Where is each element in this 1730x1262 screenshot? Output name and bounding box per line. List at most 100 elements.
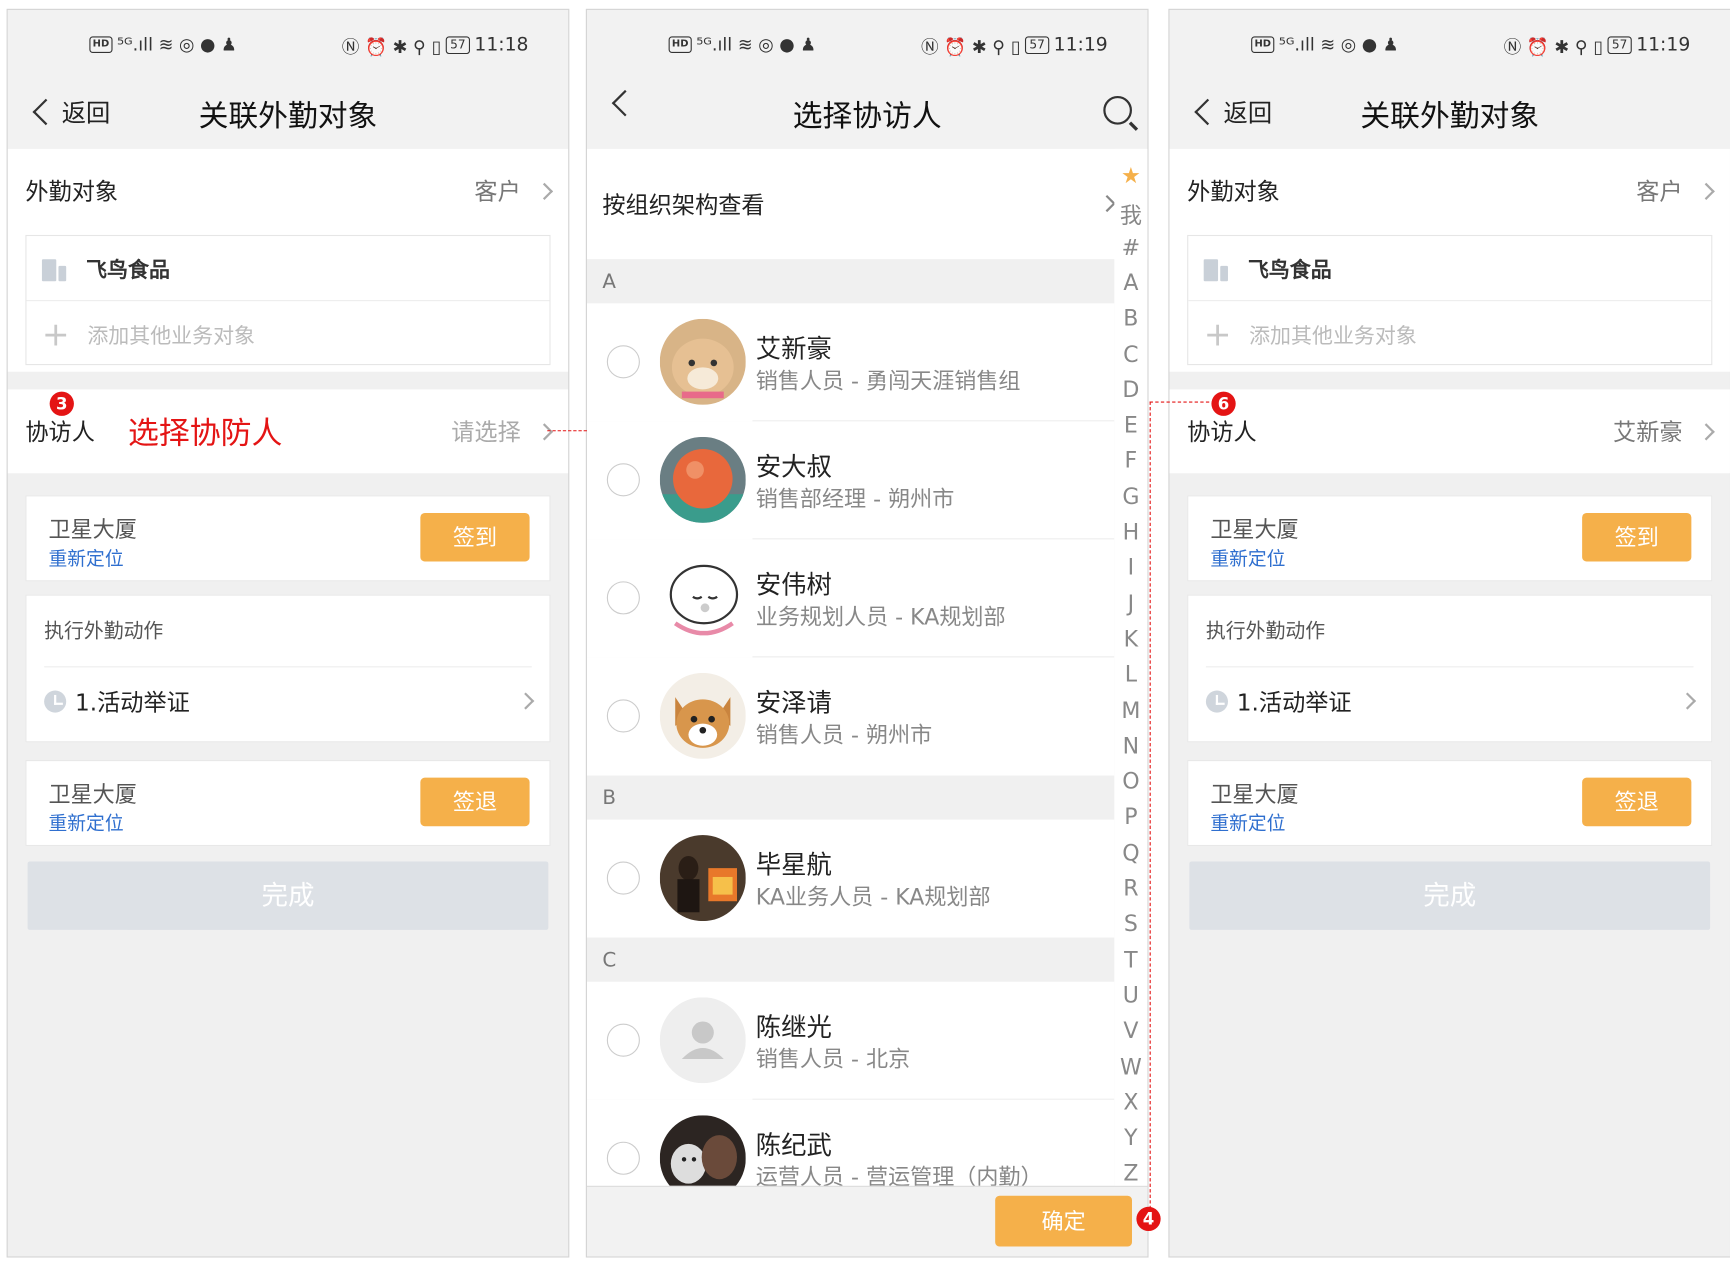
radio-button[interactable] xyxy=(606,581,640,615)
visitor-card: 协访人 选择协防人 请选择 3 xyxy=(7,389,569,474)
index-letter[interactable]: L xyxy=(1114,661,1147,687)
index-letter[interactable]: T xyxy=(1114,946,1147,972)
contact-name: 安泽请 xyxy=(755,689,832,719)
done-button[interactable]: 完成 xyxy=(27,861,549,930)
confirm-button[interactable]: 确定 xyxy=(995,1195,1132,1247)
visitor-row[interactable]: 协访人 艾新豪 xyxy=(1187,409,1715,453)
alphabet-index[interactable]: ★ 我 # A B C D E F G H I J K L M N O P Q R S T U V W X Y Z xyxy=(1114,148,1148,1195)
checkin-button[interactable]: 签到 xyxy=(1582,512,1692,562)
clock-time: 11:19 xyxy=(1053,34,1108,57)
contact-desc: 销售人员 - 勇闯天涯销售组 xyxy=(755,367,1021,394)
signal-wifi-icons: ⁵ᴳ.ıll ≋ ◎ ● ♟ xyxy=(696,34,817,56)
index-letter[interactable]: M xyxy=(1114,697,1147,723)
search-icon[interactable] xyxy=(1103,95,1132,125)
index-letter[interactable]: P xyxy=(1114,803,1147,829)
index-letter[interactable]: G xyxy=(1114,483,1147,509)
step-badge-4: 4 xyxy=(1136,1206,1161,1232)
index-letter[interactable]: Y xyxy=(1114,1124,1147,1150)
index-letter[interactable]: V xyxy=(1114,1017,1147,1043)
battery-icon: 57 xyxy=(1024,36,1050,55)
checkin-button[interactable]: 签到 xyxy=(420,512,530,562)
checkin-location: 卫星大厦 xyxy=(1210,516,1299,543)
target-value: 客户 xyxy=(474,174,554,207)
target-card: 外勤对象 客户 飞鸟食品 + 添加其他业务对象 xyxy=(1169,148,1730,372)
index-letter[interactable]: ★ xyxy=(1114,162,1147,188)
status-bar: HD ⁵ᴳ.ıll ≋ ◎ ● ♟ Ⓝ ⏰ ✱ ⚲ ▯ 57 11:19 xyxy=(1169,9,1730,79)
index-letter[interactable]: # xyxy=(1114,233,1147,259)
contact-item[interactable]: 安伟树 业务规划人员 - KA规划部 xyxy=(586,539,1115,658)
checkout-button[interactable]: 签退 xyxy=(1582,777,1692,827)
contact-name: 安伟树 xyxy=(755,571,832,601)
chevron-right-icon xyxy=(535,182,554,200)
company-name: 飞鸟食品 xyxy=(1247,258,1332,283)
index-letter[interactable]: Z xyxy=(1114,1160,1147,1186)
action-item[interactable]: 1.活动举证 xyxy=(44,666,535,734)
index-letter[interactable]: N xyxy=(1114,732,1147,758)
action-item-label: 1.活动举证 xyxy=(75,688,190,716)
target-label: 外勤对象 xyxy=(25,178,119,206)
actions-card: 执行外勤动作 1.活动举证 xyxy=(1187,594,1713,743)
section-header-b: B xyxy=(586,775,1115,822)
index-letter[interactable]: K xyxy=(1114,625,1147,651)
index-letter[interactable]: S xyxy=(1114,910,1147,936)
index-letter[interactable]: R xyxy=(1114,875,1147,901)
index-letter[interactable]: Q xyxy=(1114,839,1147,865)
index-letter[interactable]: J xyxy=(1114,590,1147,616)
visitor-value: 艾新豪 xyxy=(1613,415,1715,448)
radio-button[interactable] xyxy=(606,1023,640,1057)
index-letter[interactable]: A xyxy=(1114,269,1147,295)
checkin-relocate-link[interactable]: 重新定位 xyxy=(49,543,124,570)
contact-item[interactable]: 陈继光 销售人员 - 北京 xyxy=(586,981,1115,1100)
add-object-button[interactable]: + 添加其他业务对象 xyxy=(1204,318,1417,351)
contact-item[interactable]: 安大叔 销售部经理 - 朔州市 xyxy=(586,421,1115,540)
company-item[interactable]: 飞鸟食品 xyxy=(1203,254,1332,284)
visitor-row[interactable]: 协访人 选择协防人 请选择 xyxy=(25,409,554,453)
visitor-label: 协访人 xyxy=(1187,419,1257,446)
contact-name: 艾新豪 xyxy=(755,335,832,365)
index-letter[interactable]: B xyxy=(1114,305,1147,331)
index-letter[interactable]: I xyxy=(1114,554,1147,580)
checkout-button[interactable]: 签退 xyxy=(420,777,530,827)
index-letter[interactable]: U xyxy=(1114,982,1147,1008)
chevron-right-icon xyxy=(1098,194,1116,213)
contact-desc: 业务规划人员 - KA规划部 xyxy=(755,603,1006,630)
checkin-relocate-link[interactable]: 重新定位 xyxy=(1210,543,1285,570)
target-card: 外勤对象 客户 飞鸟食品 + 添加其他业务对象 xyxy=(7,148,569,372)
annotation-arrow-to-select xyxy=(547,430,587,432)
clock-icon xyxy=(1205,689,1228,713)
index-letter[interactable]: 我 xyxy=(1114,198,1147,230)
org-structure-row[interactable]: 按组织架构查看 xyxy=(586,148,1148,260)
target-type-row[interactable]: 外勤对象 客户 xyxy=(1187,169,1715,213)
company-name: 飞鸟食品 xyxy=(86,258,170,283)
index-letter[interactable]: W xyxy=(1114,1053,1147,1079)
building-icon xyxy=(1203,256,1228,281)
target-type-row[interactable]: 外勤对象 客户 xyxy=(25,169,554,213)
radio-button[interactable] xyxy=(606,1141,640,1175)
checkout-relocate-link[interactable]: 重新定位 xyxy=(1210,807,1285,835)
index-letter[interactable]: F xyxy=(1114,447,1147,473)
contact-item[interactable]: 陈纪武 运营人员 - 营运管理（内勤） xyxy=(586,1099,1115,1186)
add-object-button[interactable]: + 添加其他业务对象 xyxy=(42,318,255,351)
radio-button[interactable] xyxy=(606,861,640,895)
done-button[interactable]: 完成 xyxy=(1189,861,1711,930)
radio-button[interactable] xyxy=(606,699,640,733)
index-letter[interactable]: D xyxy=(1114,376,1147,402)
checkout-location: 卫星大厦 xyxy=(1210,780,1299,808)
index-letter[interactable]: O xyxy=(1114,768,1147,794)
index-letter[interactable]: E xyxy=(1114,412,1147,438)
action-item-label: 1.活动举证 xyxy=(1236,688,1352,716)
radio-button[interactable] xyxy=(606,463,640,497)
company-item[interactable]: 飞鸟食品 xyxy=(41,254,170,284)
action-item[interactable]: 1.活动举证 xyxy=(1205,666,1697,734)
contact-item[interactable]: 毕星航 KA业务人员 - KA规划部 xyxy=(586,819,1115,938)
index-letter[interactable]: C xyxy=(1114,340,1147,366)
checkout-location: 卫星大厦 xyxy=(48,780,137,808)
checkout-relocate-link[interactable]: 重新定位 xyxy=(49,807,124,835)
contact-item[interactable]: 安泽请 销售人员 - 朔州市 xyxy=(586,657,1115,776)
index-letter[interactable]: H xyxy=(1114,518,1147,544)
checkout-card: 卫星大厦 重新定位 签退 xyxy=(1187,760,1713,847)
index-letter[interactable]: X xyxy=(1114,1089,1147,1115)
target-list: 飞鸟食品 + 添加其他业务对象 xyxy=(25,234,551,366)
radio-button[interactable] xyxy=(606,345,640,379)
contact-item[interactable]: 艾新豪 销售人员 - 勇闯天涯销售组 xyxy=(586,303,1115,422)
